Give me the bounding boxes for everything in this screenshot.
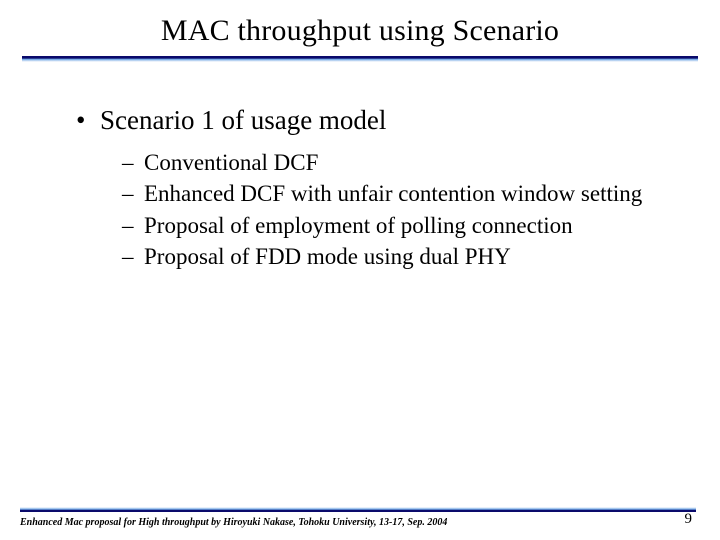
bullet-text: Proposal of employment of polling connec… — [144, 211, 573, 240]
bullet-text: Proposal of FDD mode using dual PHY — [144, 242, 511, 271]
footer: Enhanced Mac proposal for High throughpu… — [0, 511, 720, 528]
title-area: MAC throughput using Scenario — [0, 0, 720, 62]
bullet-marker: • — [76, 104, 100, 138]
bullet-level1: • Scenario 1 of usage model — [76, 104, 680, 138]
bullet-level2: – Proposal of employment of polling conn… — [122, 211, 680, 240]
bullet-text: Conventional DCF — [144, 148, 318, 177]
page-number: 9 — [685, 511, 693, 528]
bullet-marker: – — [122, 242, 144, 271]
bullet-level2: – Conventional DCF — [122, 148, 680, 177]
content-area: • Scenario 1 of usage model – Convention… — [0, 62, 720, 272]
bullet-level2: – Proposal of FDD mode using dual PHY — [122, 242, 680, 271]
footer-text: Enhanced Mac proposal for High throughpu… — [20, 517, 447, 528]
bullet-level2: – Enhanced DCF with unfair contention wi… — [122, 179, 680, 208]
bullet-marker: – — [122, 211, 144, 240]
bullet-marker: – — [122, 148, 144, 177]
bullet-text: Enhanced DCF with unfair contention wind… — [144, 179, 642, 208]
bullet-marker: – — [122, 179, 144, 208]
slide: MAC throughput using Scenario • Scenario… — [0, 0, 720, 540]
bullet-text: Scenario 1 of usage model — [100, 104, 386, 138]
slide-title: MAC throughput using Scenario — [0, 14, 720, 48]
